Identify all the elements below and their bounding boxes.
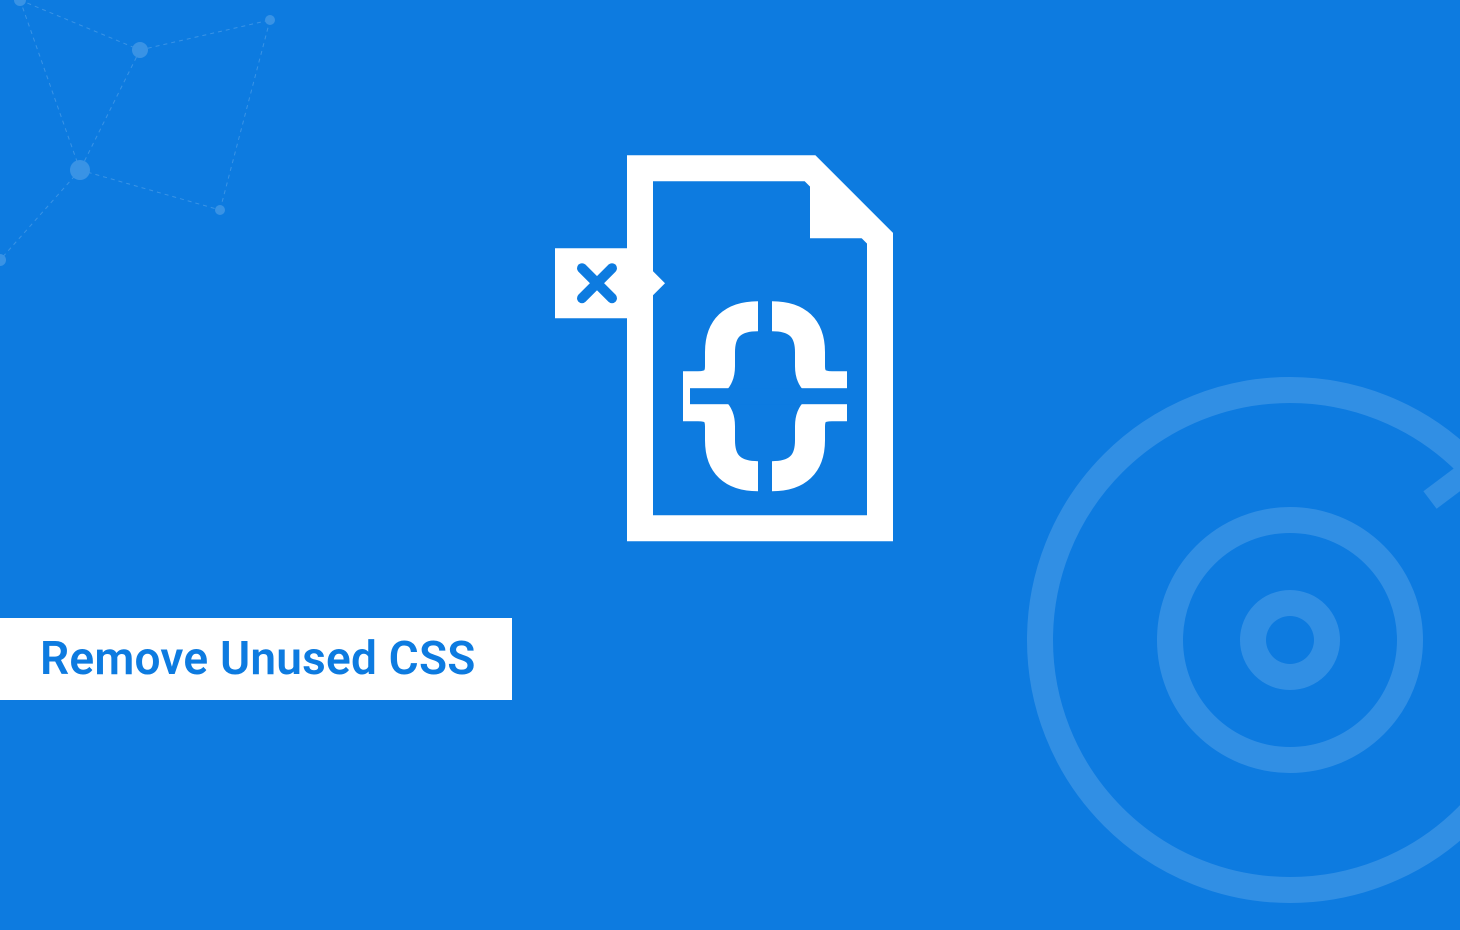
css-file-delete-icon [520, 138, 940, 558]
page-title: Remove Unused CSS [40, 632, 476, 686]
network-decoration-icon [0, 0, 380, 380]
title-bar: Remove Unused CSS [0, 618, 512, 700]
watermark-icon [1000, 350, 1460, 930]
